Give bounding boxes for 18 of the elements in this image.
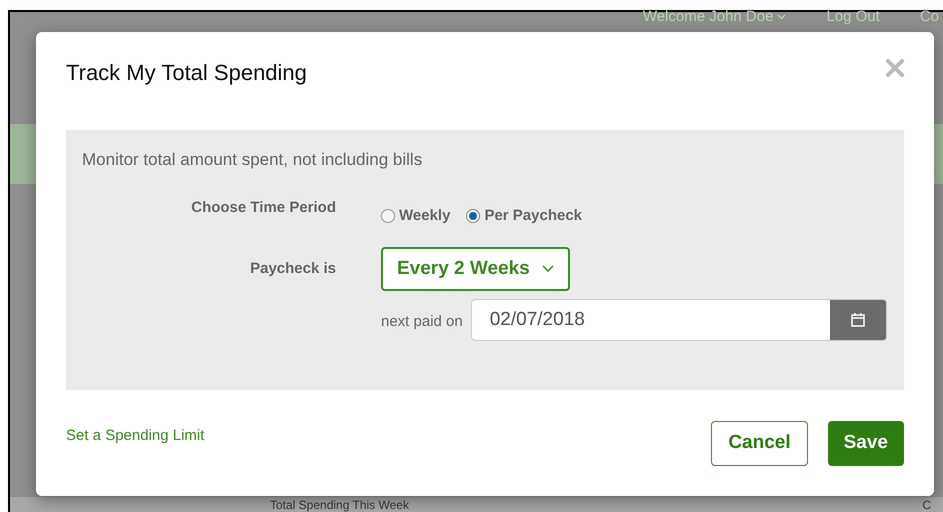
- next-paid-label: next paid on: [381, 312, 463, 332]
- table-header: C: [922, 498, 931, 512]
- calendar-icon[interactable]: [830, 300, 886, 340]
- description: Monitor total amount spent, not including bills: [82, 149, 424, 171]
- table-header: Total Spending This Week: [270, 498, 409, 512]
- cancel-button[interactable]: Cancel: [711, 421, 808, 466]
- frequency-dropdown[interactable]: Every 2 Weeks: [381, 247, 570, 291]
- save-button[interactable]: Save: [828, 421, 904, 466]
- time-period-label: Choose Time Period: [190, 198, 336, 218]
- chevron-icon: [542, 265, 554, 273]
- spending-limit-link[interactable]: Set a Spending Limit: [66, 425, 204, 448]
- radio-option[interactable]: Weekly: [381, 204, 450, 227]
- paycheck-label: Paycheck is: [249, 258, 336, 279]
- date-field[interactable]: 02/07/2018: [470, 299, 887, 341]
- radio-option[interactable]: Per Paycheck: [466, 204, 582, 227]
- dialog-title: Track My Total Spending: [66, 59, 307, 86]
- radio-button[interactable]: [381, 208, 395, 223]
- radio-button[interactable]: [466, 208, 480, 223]
